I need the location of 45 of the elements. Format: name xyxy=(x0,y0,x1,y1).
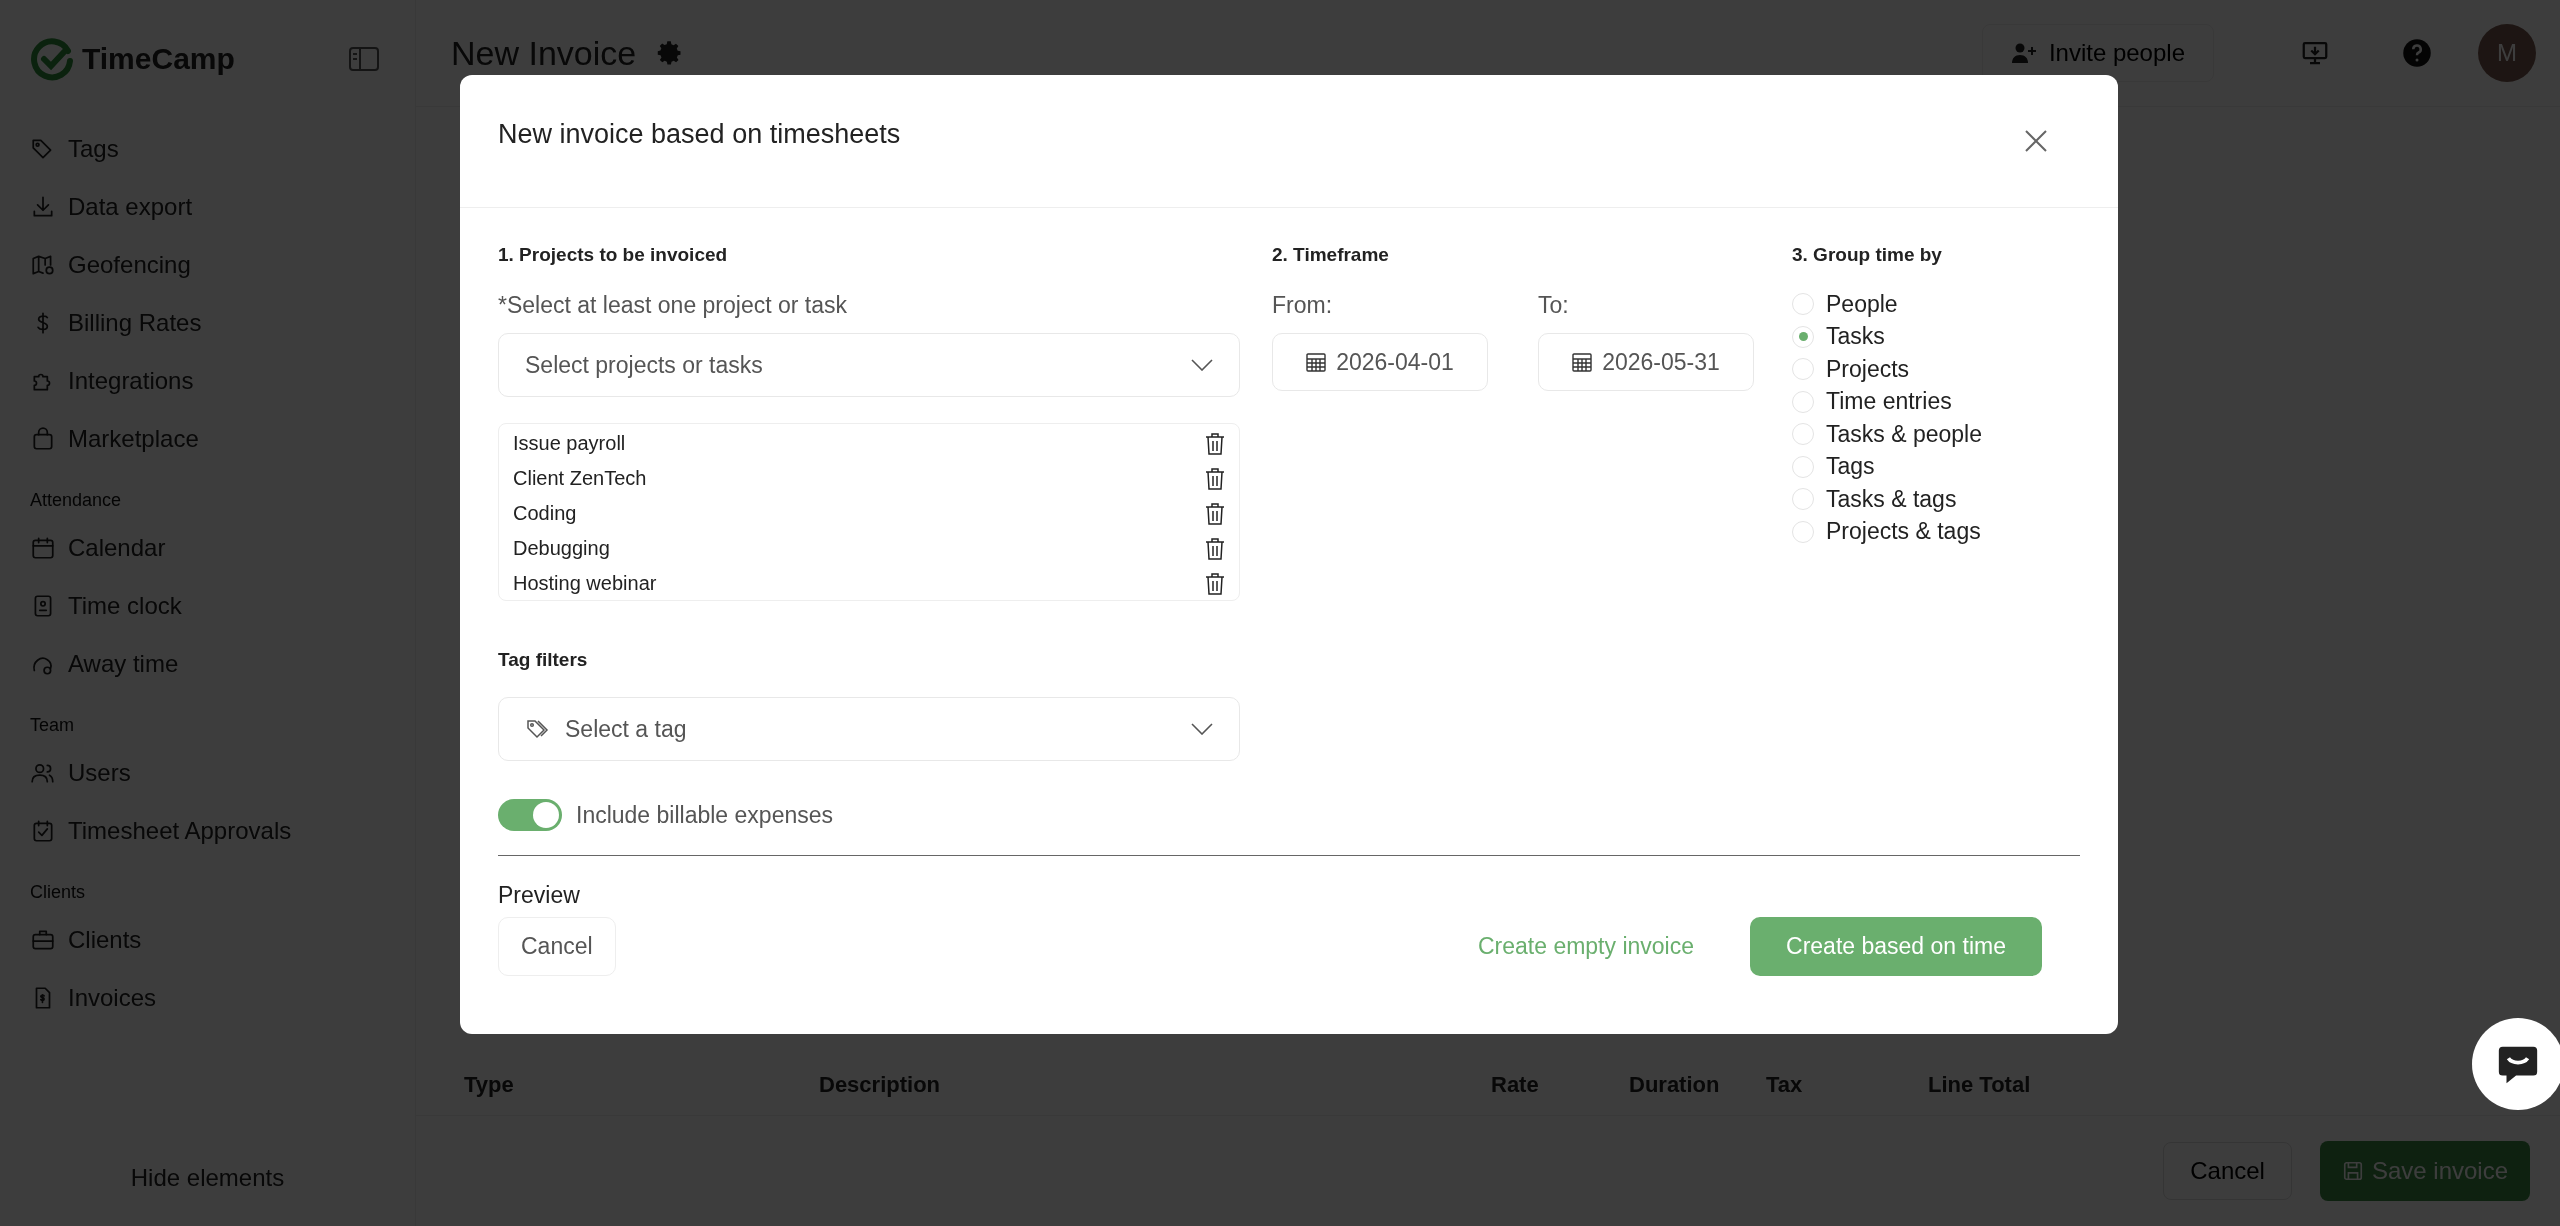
section-heading: 2. Timeframe xyxy=(1272,244,1390,266)
project-name: Coding xyxy=(513,502,577,525)
radio-option[interactable]: Time entries xyxy=(1792,385,2080,418)
tag-icon xyxy=(525,717,551,741)
date-label: From: xyxy=(1272,292,1334,319)
create-based-on-time-button[interactable]: Create based on time xyxy=(1750,917,2042,976)
project-name: Hosting webinar xyxy=(513,572,657,595)
radio-option[interactable]: Tasks & people xyxy=(1792,418,2080,451)
section-heading: 3. Group time by xyxy=(1792,244,1943,266)
toggle-switch[interactable] xyxy=(498,799,562,831)
trash-icon[interactable] xyxy=(1205,502,1225,525)
radio-option[interactable]: Tasks & tags xyxy=(1792,483,2080,516)
trash-icon[interactable] xyxy=(1205,467,1225,490)
date-field[interactable]: 2026-05-31 xyxy=(1538,333,1754,391)
section-heading: Team xyxy=(30,715,75,736)
radio-option[interactable]: Projects xyxy=(1792,353,2080,386)
cancel-button[interactable]: Cancel xyxy=(498,917,616,976)
project-name: Client ZenTech xyxy=(513,467,647,490)
preview-label: Preview xyxy=(498,882,581,909)
date-label: To: xyxy=(1538,292,1570,319)
project-name: Issue payroll xyxy=(513,432,626,455)
radio-option[interactable]: Projects & tags xyxy=(1792,515,2080,548)
section-heading: 1. Projects to be invoiced xyxy=(498,244,729,266)
radio-option[interactable]: People xyxy=(1792,288,2080,321)
trash-icon[interactable] xyxy=(1205,537,1225,560)
dialog-title: New invoice based on timesheets xyxy=(498,118,901,150)
project-name: Debugging xyxy=(513,537,610,560)
hint-text: *Select at least one project or task xyxy=(498,292,849,319)
date-field[interactable]: 2026-04-01 xyxy=(1272,333,1488,391)
toggle-label: Include billable expenses xyxy=(576,801,833,829)
project-select[interactable]: Select projects or tasks xyxy=(498,333,1240,397)
radio-option[interactable]: Tags xyxy=(1792,450,2080,483)
close-icon[interactable] xyxy=(2024,129,2048,153)
calendar-icon xyxy=(1572,352,1593,372)
chevron-down-icon xyxy=(1191,723,1213,735)
section-heading: Tag filters xyxy=(498,649,589,671)
radio-option[interactable]: Tasks xyxy=(1792,320,2080,353)
create-empty-invoice-link[interactable]: Create empty invoice xyxy=(1471,932,1700,961)
tag-select[interactable]: Select a tag xyxy=(498,697,1240,761)
section-heading: Attendance xyxy=(30,490,123,511)
chevron-down-icon xyxy=(1191,359,1213,371)
section-heading: Clients xyxy=(30,882,87,903)
trash-icon[interactable] xyxy=(1205,572,1225,595)
trash-icon[interactable] xyxy=(1205,432,1225,455)
calendar-icon xyxy=(1306,352,1327,372)
